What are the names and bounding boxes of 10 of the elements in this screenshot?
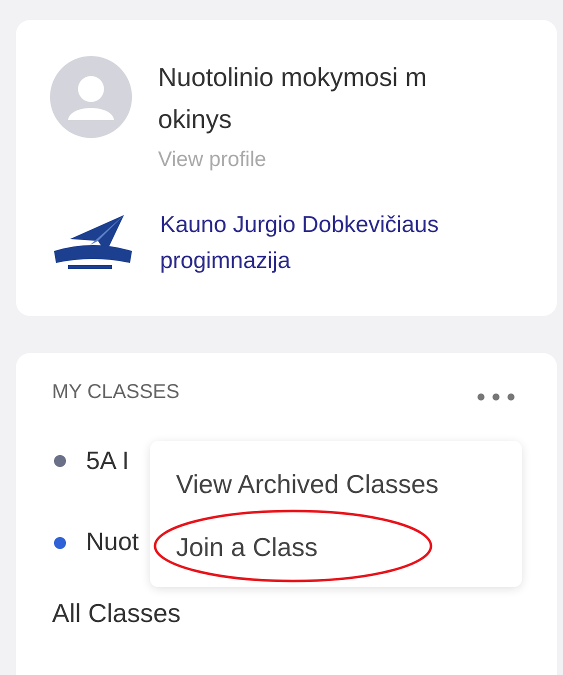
more-icon[interactable] (477, 392, 515, 400)
class-item[interactable]: Nuot (86, 524, 139, 562)
profile-name: Nuotolinio mokymosi m okinys (158, 61, 427, 136)
menu-item[interactable]: View Archived Classes (150, 464, 465, 504)
avatar-icon (50, 56, 132, 138)
school-link[interactable]: Kauno Jurgio Dobkevičiaus progimnazija (160, 206, 523, 278)
class-item[interactable]: 5A I (86, 442, 130, 480)
menu-item[interactable]: Join a Class (150, 528, 344, 566)
all-classes-link[interactable]: All Classes (52, 594, 521, 632)
section-title: MY CLASSES (52, 380, 180, 404)
